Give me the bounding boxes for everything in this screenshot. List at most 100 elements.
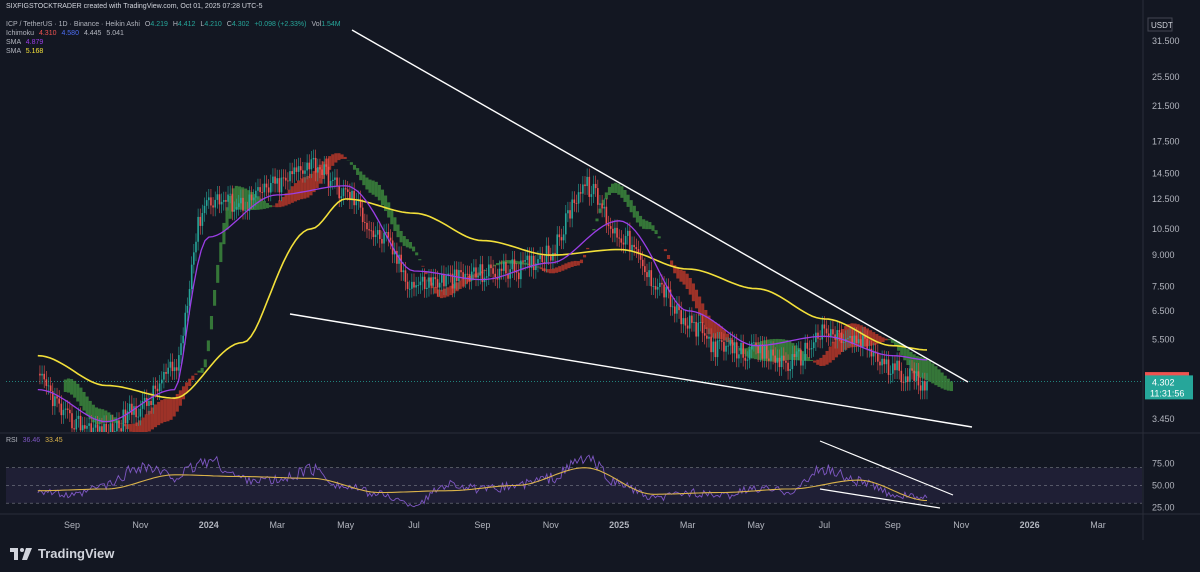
candle-body — [201, 213, 204, 226]
candle-body — [43, 373, 46, 380]
wedge-upper-trendline — [351, 29, 969, 383]
cloud-segment — [368, 179, 372, 193]
candle-body — [203, 205, 206, 214]
cloud-segment — [831, 341, 835, 361]
cloud-segment — [387, 202, 391, 218]
cloud-segment — [937, 369, 941, 387]
candle-body — [601, 203, 603, 209]
cloud-segment — [523, 262, 528, 265]
candle-body — [571, 199, 573, 219]
time-tick-label: Jul — [819, 520, 831, 530]
candle-body — [680, 310, 682, 325]
candle-body — [763, 345, 766, 359]
cloud-segment — [928, 360, 932, 382]
cloud-segment — [132, 423, 136, 432]
candle-body — [62, 409, 65, 416]
cloud-segment — [79, 387, 83, 406]
candle-body — [853, 335, 856, 345]
cloud-segment — [160, 400, 164, 424]
cloud-segment — [651, 225, 655, 231]
rsi-value: 36.46 — [22, 437, 41, 444]
candle-body — [267, 187, 270, 193]
cloud-segment — [153, 404, 158, 428]
cloud-segment — [331, 154, 335, 166]
cloud-segment — [63, 379, 67, 392]
ichimoku-span-b: 5.041 — [106, 30, 124, 37]
time-tick-label: 2025 — [609, 520, 629, 530]
chart-container[interactable]: 31.500 25.500 21.500 17.500 14.500 12.500 10.5… — [0, 0, 1200, 540]
cloud-segment — [881, 337, 885, 343]
candle-body — [379, 230, 381, 239]
cloud-segment — [262, 200, 266, 209]
cloud-segment — [349, 162, 353, 165]
candle-body — [821, 324, 824, 340]
sma-long-line — [37, 198, 928, 400]
ohlc-low: 4.210 — [204, 21, 222, 28]
candle-body — [699, 322, 702, 323]
candle-body — [408, 288, 411, 290]
candle-body — [269, 183, 272, 193]
candle-body — [310, 159, 313, 170]
price-tick-label: 6.500 — [1152, 306, 1175, 316]
candle-body — [336, 177, 338, 186]
candle-body — [111, 423, 114, 432]
candle-body — [706, 335, 708, 339]
candle-body — [265, 183, 268, 188]
candle-body — [220, 201, 223, 205]
candle-body — [558, 234, 561, 238]
cloud-segment — [141, 417, 145, 432]
cloud-segment — [219, 242, 223, 263]
cloud-segment — [191, 375, 195, 381]
candle-body — [54, 396, 56, 407]
candle-body — [477, 275, 479, 278]
candle-body — [904, 376, 907, 383]
cloud-segment — [169, 398, 173, 420]
candle-body — [291, 171, 293, 175]
candle-body — [652, 286, 655, 287]
cloud-segment — [209, 316, 214, 330]
candle-body — [686, 325, 689, 329]
candle-body — [353, 190, 355, 206]
candle-body — [167, 367, 169, 374]
candle-body — [526, 255, 529, 260]
candle-body — [532, 255, 535, 271]
candle-body — [372, 230, 375, 238]
candle-body — [778, 357, 781, 368]
tradingview-brand[interactable]: TradingView — [10, 546, 114, 561]
ohlc-open: 4.219 — [150, 21, 168, 28]
candle-body — [898, 360, 901, 371]
cloud-segment — [206, 340, 210, 352]
candle-body — [840, 332, 843, 344]
candle-body — [193, 252, 195, 265]
cloud-segment — [629, 200, 633, 213]
price-chart[interactable]: 31.500 25.500 21.500 17.500 14.500 12.500 10.5… — [0, 0, 1200, 540]
candle-body — [289, 171, 291, 182]
candle-body — [731, 339, 734, 354]
candle-body — [423, 276, 426, 290]
candle-body — [141, 401, 144, 409]
symbol-name: ICP / TetherUS · 1D · Binance · Heikin A… — [6, 21, 140, 28]
candle-body — [438, 282, 441, 288]
cloud-segment — [393, 217, 397, 231]
price-tick-label: 21.500 — [1152, 101, 1180, 111]
candle-body — [838, 330, 841, 333]
candle-body — [659, 282, 661, 288]
candle-body — [197, 216, 199, 242]
candle-body — [644, 266, 646, 273]
candle-body — [650, 270, 653, 287]
candle-body — [721, 340, 723, 342]
candle-body — [156, 388, 159, 392]
candle-body — [733, 342, 736, 354]
ohlc-high: 4.412 — [177, 21, 196, 28]
candle-body — [911, 368, 913, 371]
time-tick-label: Nov — [132, 520, 149, 530]
candle-body — [552, 252, 554, 261]
candle-body — [588, 176, 591, 197]
candle-body — [842, 342, 845, 344]
candle-body — [366, 222, 368, 230]
candle-body — [94, 424, 97, 428]
candle-body — [770, 349, 772, 361]
candle-body — [673, 306, 676, 314]
candle-body — [178, 355, 180, 371]
cloud-segment — [374, 181, 378, 197]
